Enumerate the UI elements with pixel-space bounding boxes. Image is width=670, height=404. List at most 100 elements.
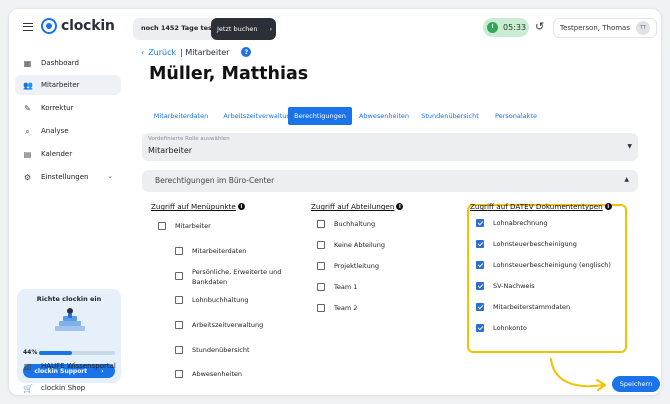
buy-now-label: Jetzt buchen [217, 25, 258, 33]
history-icon[interactable]: ↺ [535, 20, 544, 33]
sidebar-item-label: Analyse [41, 127, 69, 135]
menu-access-title: Zugriff auf Menüpunkte [151, 202, 236, 211]
department-item-projektleitung[interactable]: Projektleitung [317, 262, 379, 270]
sidebar-item-label: HAUFE Wissensportal [41, 362, 116, 370]
sidebar-item-shop[interactable]: 🛒 clockin Shop [15, 378, 121, 395]
time-tracker-button[interactable]: 05:33 [483, 18, 529, 37]
checkbox-label: Team 2 [334, 304, 358, 312]
checkbox[interactable] [175, 321, 183, 329]
checkbox[interactable] [317, 262, 325, 270]
checkbox-label: Projektleitung [334, 262, 379, 270]
datev-item-lohnabrechnung[interactable]: Lohnabrechnung [476, 219, 548, 227]
sidebar-item-label: Einstellungen [41, 173, 89, 181]
chevron-down-icon: ⌄ [107, 172, 113, 180]
gear-icon: ⚙ [23, 172, 32, 182]
tab-arbeitszeitverwaltung[interactable]: Arbeitszeitverwaltung [219, 107, 299, 125]
back-link[interactable]: Zurück [148, 48, 176, 57]
checkbox[interactable] [175, 346, 183, 354]
checkbox[interactable] [175, 272, 183, 280]
checkbox-label: Mitarbeiter [175, 222, 211, 230]
checkbox-label: Persönliche, Erweiterte und [192, 268, 282, 276]
user-menu[interactable]: Testperson, Thomas TT [553, 18, 657, 38]
sidebar-item-dashboard[interactable]: ▦ Dashboard [15, 53, 121, 73]
datev-item-lohnkonto[interactable]: Lohnkonto [476, 324, 527, 332]
progress-label: 44% [23, 349, 38, 356]
department-item-team-2[interactable]: Team 2 [317, 304, 357, 312]
menu-item-persoenliche-daten[interactable]: Persönliche, Erweiterte und Bankdaten [175, 267, 281, 287]
checkbox-label: Lohnsteuerbescheinigung (englisch) [493, 261, 611, 269]
sidebar-item-analyse[interactable]: ⌕ Analyse [15, 121, 121, 141]
sidebar-item-haufe[interactable]: ▥ HAUFE Wissensportal [15, 356, 121, 376]
checkbox[interactable] [317, 241, 325, 249]
info-icon[interactable]: i [237, 203, 245, 210]
info-icon[interactable]: i [604, 203, 612, 210]
role-select[interactable]: Vordefinierte Rolle auswählen Mitarbeite… [142, 133, 638, 161]
checkbox[interactable] [175, 247, 183, 255]
pencil-icon: ✎ [24, 103, 31, 113]
department-access-title: Zugriff auf Abteilungen [311, 202, 395, 211]
chevron-right-icon: › [269, 25, 273, 33]
checkbox[interactable] [317, 220, 325, 228]
datev-item-mitarbeiterstammdaten[interactable]: Mitarbeiterstammdaten [476, 303, 570, 311]
save-button[interactable]: Speichern [612, 376, 660, 392]
checkbox-checked[interactable] [476, 282, 484, 290]
sidebar: ▦ Dashboard 👥 Mitarbeiter ✎ Korrektur ⌕ … [9, 47, 127, 395]
setup-illustration-icon [55, 308, 85, 331]
checkbox[interactable] [175, 296, 183, 304]
tab-personalakte[interactable]: Personalakte [487, 107, 545, 125]
hamburger-menu-icon[interactable] [23, 23, 33, 31]
sidebar-item-label: Korrektur [41, 104, 74, 112]
clockin-logo-icon [41, 18, 57, 34]
menu-item-arbeitszeitverwaltung[interactable]: Arbeitszeitverwaltung [175, 321, 263, 329]
datev-item-lohnsteuerbescheinigung[interactable]: Lohnsteuerbescheinigung [476, 240, 577, 248]
employee-name[interactable]: Müller, Matthias [149, 64, 308, 84]
checkbox[interactable] [317, 283, 325, 291]
book-icon: ▥ [23, 361, 32, 371]
checkbox-label: Team 1 [334, 283, 358, 291]
checkbox-checked[interactable] [476, 240, 484, 248]
info-icon[interactable]: i [396, 203, 404, 210]
checkbox[interactable] [175, 370, 183, 378]
dashboard-icon: ▦ [23, 58, 32, 68]
checkbox[interactable] [317, 304, 325, 312]
sidebar-item-einstellungen[interactable]: ⚙ Einstellungen ⌄ [15, 167, 121, 187]
tab-berechtigungen[interactable]: Berechtigungen [288, 107, 352, 125]
sidebar-item-mitarbeiter[interactable]: 👥 Mitarbeiter [15, 75, 121, 95]
chevron-left-icon[interactable]: ‹ [141, 48, 144, 57]
menu-item-mitarbeiter[interactable]: Mitarbeiter [158, 222, 211, 230]
checkbox-checked[interactable] [476, 219, 484, 227]
caret-down-icon: ▼ [627, 143, 632, 150]
buy-now-button[interactable]: Jetzt buchen › [211, 18, 276, 40]
department-item-team-1[interactable]: Team 1 [317, 283, 357, 291]
datev-item-lohnsteuerbescheinigung-englisch[interactable]: Lohnsteuerbescheinigung (englisch) [476, 261, 611, 269]
menu-item-abwesenheiten[interactable]: Abwesenheiten [175, 370, 242, 378]
datev-item-sv-nachweis[interactable]: SV-Nachweis [476, 282, 535, 290]
tab-stundenuebersicht[interactable]: Stundenübersicht [416, 107, 484, 125]
sidebar-item-label: Kalender [41, 150, 73, 158]
department-item-keine-abteilung[interactable]: Keine Abteilung [317, 241, 385, 249]
permissions-section-header[interactable]: Berechtigungen im Büro-Center ▲ [142, 170, 638, 192]
app-logo[interactable]: clockin [41, 18, 115, 34]
checkbox-checked[interactable] [476, 261, 484, 269]
checkbox[interactable] [158, 222, 166, 230]
checkbox-checked[interactable] [476, 324, 484, 332]
setup-progress-bar [39, 351, 115, 355]
help-icon[interactable]: ? [241, 47, 252, 57]
menu-item-stundenuebersicht[interactable]: Stundenübersicht [175, 346, 250, 354]
checkbox-label: Lohnkonto [493, 324, 527, 332]
sidebar-item-korrektur[interactable]: ✎ Korrektur [15, 98, 121, 118]
tab-abwesenheiten[interactable]: Abwesenheiten [356, 107, 412, 125]
user-name: Testperson, Thomas [560, 24, 630, 32]
checkbox-label: Mitarbeiterdaten [192, 247, 247, 255]
caret-up-icon: ▲ [624, 176, 629, 183]
menu-item-mitarbeiterdaten[interactable]: Mitarbeiterdaten [175, 247, 246, 255]
checkbox-label: Lohnbuchhaltung [192, 296, 249, 304]
checkbox-checked[interactable] [476, 303, 484, 311]
tab-mitarbeiterdaten[interactable]: Mitarbeiterdaten [143, 107, 219, 125]
department-item-buchhaltung[interactable]: Buchhaltung [317, 220, 375, 228]
caret-down-icon[interactable]: ▾ [292, 73, 296, 82]
checkbox-label: Buchhaltung [334, 220, 376, 228]
sidebar-item-kalender[interactable]: ▤ Kalender [15, 144, 121, 164]
menu-item-lohnbuchhaltung[interactable]: Lohnbuchhaltung [175, 296, 249, 304]
search-icon: ⌕ [25, 126, 30, 136]
